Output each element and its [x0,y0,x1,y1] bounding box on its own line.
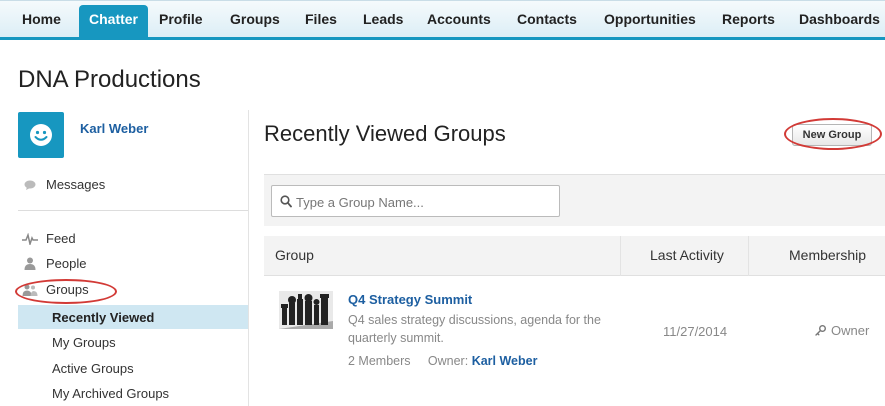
column-separator [748,236,749,276]
column-header-membership[interactable]: Membership [789,247,866,263]
tab-groups[interactable]: Groups [230,11,280,27]
tab-dashboards[interactable]: Dashboards [799,11,880,27]
chat-bubble-icon [22,178,38,192]
smiley-avatar-icon [30,124,52,146]
tab-leads[interactable]: Leads [363,11,403,27]
tab-chatter[interactable]: Chatter [79,5,149,38]
tab-opportunities[interactable]: Opportunities [604,11,696,27]
column-header-group[interactable]: Group [275,247,314,263]
sidebar-item-label: Messages [46,177,106,192]
tab-reports[interactable]: Reports [722,11,775,27]
member-count: 2 Members [348,354,411,368]
tab-profile[interactable]: Profile [159,11,203,27]
sidebar-item-recently-viewed[interactable]: Recently Viewed [18,305,248,329]
page-title: Recently Viewed Groups [264,121,506,146]
column-separator [620,236,621,276]
sidebar-separator [248,110,249,406]
user-name-link[interactable]: Karl Weber [80,121,148,136]
search-icon [280,195,292,208]
owner-name-link[interactable]: Karl Weber [472,354,538,368]
key-icon [815,325,826,336]
sidebar-item-my-archived-groups[interactable]: My Archived Groups [18,381,248,405]
last-activity-date: 11/27/2014 [663,324,728,339]
avatar[interactable] [18,112,64,158]
groups-highlight-annotation [15,279,117,304]
membership-status: Owner [815,323,869,338]
person-icon [22,257,38,271]
sidebar-divider [18,210,248,211]
group-meta: 2 Members Owner: Karl Weber [348,354,537,368]
search-panel [264,174,885,226]
sidebar-item-my-groups[interactable]: My Groups [18,330,248,354]
group-name-link[interactable]: Q4 Strategy Summit [348,292,472,307]
sidebar-item-label: People [46,256,87,271]
sidebar-item-label: Feed [46,231,76,246]
sidebar-item-people[interactable]: People [22,256,86,271]
owner-label: Owner: [427,354,469,368]
tab-contacts[interactable]: Contacts [517,11,577,27]
tab-files[interactable]: Files [305,11,337,27]
sidebar-item-messages[interactable]: Messages [22,177,105,192]
sidebar-item-feed[interactable]: Feed [22,231,76,246]
table-header: Group Last Activity Membership [264,236,885,276]
top-navigation: Home Chatter Profile Groups Files Leads … [0,0,885,40]
org-title: DNA Productions [18,66,201,93]
search-box[interactable] [271,185,560,217]
feed-pulse-icon [22,232,38,246]
column-header-last-activity[interactable]: Last Activity [650,247,724,263]
group-description: Q4 sales strategy discussions, agenda fo… [348,313,601,345]
chess-pieces-image[interactable] [279,291,333,329]
group-search-input[interactable] [296,192,551,212]
new-group-highlight-annotation [784,118,882,150]
membership-label: Owner [831,323,870,338]
sidebar-item-active-groups[interactable]: Active Groups [18,356,248,380]
tab-home[interactable]: Home [22,11,61,27]
tab-accounts[interactable]: Accounts [427,11,491,27]
